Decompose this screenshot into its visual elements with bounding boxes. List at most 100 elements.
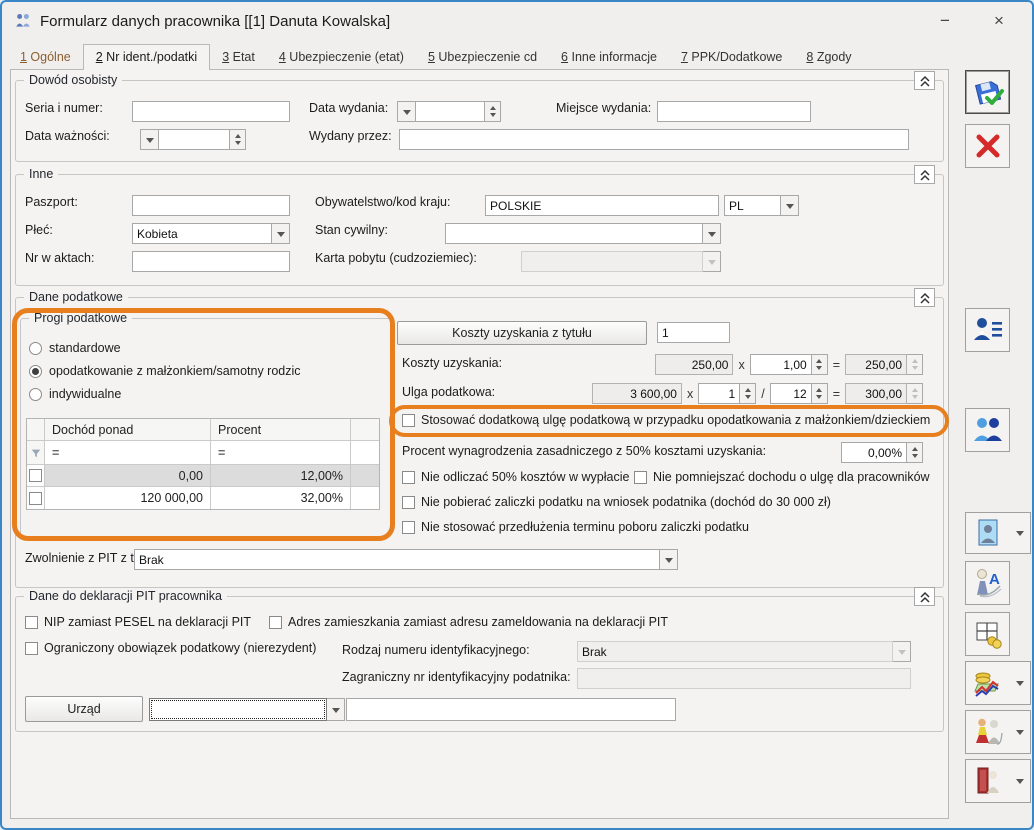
checkbox-adres-zamieszkania[interactable]: Adres zamieszkania zamiast adresu zameld…	[269, 615, 668, 629]
checkbox-icon[interactable]	[25, 642, 38, 655]
minimize-button[interactable]: −	[930, 8, 960, 34]
checkbox-icon[interactable]	[25, 616, 38, 629]
checkbox-nie-stosowac-przedluzenia[interactable]: Nie stosować przedłużenia terminu poboru…	[402, 520, 749, 534]
coins-chart-icon	[972, 667, 1004, 699]
tab-zgody[interactable]: 8 Zgody	[794, 45, 863, 70]
save-button[interactable]	[965, 70, 1010, 114]
salary-history-dropdown-arrow[interactable]	[1009, 661, 1031, 705]
data-waznosci-input[interactable]	[158, 129, 230, 150]
family-members-button[interactable]	[965, 710, 1010, 754]
stan-cywilny-dropdown-arrow[interactable]	[703, 223, 721, 244]
checkbox-nip-zamiast-pesel[interactable]: NIP zamiast PESEL na deklaracji PIT	[25, 615, 251, 629]
zwolnienie-pit-dropdown-arrow[interactable]	[660, 549, 678, 570]
checkbox-icon[interactable]	[634, 471, 647, 484]
radio-icon[interactable]	[29, 342, 42, 355]
table-row[interactable]: 120 000,00 32,00%	[27, 487, 379, 509]
row-checkbox[interactable]	[29, 492, 42, 505]
filter-dochod[interactable]: =	[45, 441, 211, 464]
employee-card-button[interactable]	[965, 308, 1010, 352]
koszty-tytul-input[interactable]: 1	[657, 322, 730, 343]
tab-inne-informacje[interactable]: 6 Inne informacje	[549, 45, 669, 70]
cancel-button[interactable]	[965, 124, 1010, 168]
family-members-dropdown-arrow[interactable]	[1009, 710, 1031, 754]
obywatelstwo-input[interactable]: POLSKIE	[485, 195, 719, 216]
checkbox-icon[interactable]	[269, 616, 282, 629]
rodzaj-numeru-dropdown-arrow	[893, 641, 911, 662]
kod-kraju-dropdown-arrow[interactable]	[781, 195, 799, 216]
tab-ubezpieczenie-cd[interactable]: 5 Ubezpieczenie cd	[416, 45, 549, 70]
col-procent[interactable]: Procent	[211, 419, 351, 440]
collapse-section-button[interactable]	[914, 587, 935, 606]
tab-etat[interactable]: 3 Etat	[210, 45, 267, 70]
personnel-record-button[interactable]: A	[965, 561, 1010, 605]
urzad-select[interactable]	[149, 698, 327, 721]
tab-ppk-dodatkowe[interactable]: 7 PPK/Dodatkowe	[669, 45, 794, 70]
close-button[interactable]: ×	[984, 8, 1014, 34]
ulga-dzielnik-input[interactable]: 12	[770, 383, 812, 404]
koszty-mnoznik-input[interactable]: 1,00	[750, 354, 812, 375]
tab-ubezpieczenie-etat[interactable]: 4 Ubezpieczenie (etat)	[267, 45, 416, 70]
table-row[interactable]: 0,00 12,00%	[27, 465, 379, 487]
paszport-input[interactable]	[132, 195, 290, 216]
radio-opodatkowanie-z-malzonkiem[interactable]: opodatkowanie z małżonkiem/samotny rodzi…	[29, 364, 301, 378]
radio-standardowe[interactable]: standardowe	[29, 341, 121, 355]
data-wydania-calendar-arrow[interactable]	[397, 101, 415, 122]
collapse-section-button[interactable]	[914, 71, 935, 90]
groupbox-inne: Inne Paszport: Obywatelstwo/kod kraju: P…	[15, 174, 944, 286]
urzad-dropdown-arrow[interactable]	[327, 698, 345, 721]
photo-dropdown-arrow[interactable]	[1009, 512, 1031, 554]
urzad-nazwa-input[interactable]	[346, 698, 676, 721]
data-wydania-spinner[interactable]	[485, 101, 501, 122]
plec-dropdown-arrow[interactable]	[272, 223, 290, 244]
checkbox-ograniczony-obowiazek[interactable]: Ograniczony obowiązek podatkowy (nierezy…	[25, 641, 316, 655]
nr-w-aktach-input[interactable]	[132, 251, 290, 272]
ulga-mnoznik-input[interactable]: 1	[698, 383, 740, 404]
data-waznosci-spinner[interactable]	[230, 129, 246, 150]
ulga-dzielnik-spinner[interactable]	[812, 383, 828, 404]
salary-history-button[interactable]	[965, 661, 1010, 705]
progi-table: Dochód ponad Procent = = 0,00 12,00%	[26, 418, 380, 510]
collapse-section-button[interactable]	[914, 288, 935, 307]
payments-grid-button[interactable]	[965, 612, 1010, 656]
checkbox-icon[interactable]	[402, 496, 415, 509]
miejsce-wydania-input[interactable]	[657, 101, 811, 122]
tab-ogolne[interactable]: 1 Ogólne	[8, 45, 83, 70]
procent-wynagrodzenia-input[interactable]: 0,00%	[841, 442, 907, 463]
filter-procent[interactable]: =	[211, 441, 351, 464]
col-dochod-ponad[interactable]: Dochód ponad	[45, 419, 211, 440]
titlebar: Formularz danych pracownika [[1] Danuta …	[2, 2, 1032, 40]
zwolnienie-pit-select[interactable]: Brak	[134, 549, 660, 570]
absence-dropdown-arrow[interactable]	[1009, 759, 1031, 803]
checkbox-icon[interactable]	[402, 471, 415, 484]
seria-numer-input[interactable]	[132, 101, 290, 122]
ulga-mnoznik-spinner[interactable]	[740, 383, 756, 404]
absence-button[interactable]	[965, 759, 1010, 803]
employees-list-button[interactable]	[965, 408, 1010, 452]
tab-nr-ident-podatki[interactable]: 2 Nr ident./podatki	[83, 44, 210, 70]
procent-wynagrodzenia-spinner[interactable]	[907, 442, 923, 463]
kod-kraju-input[interactable]: PL	[724, 195, 781, 216]
checkbox-nie-pomniejszac[interactable]: Nie pomniejszać dochodu o ulgę dla praco…	[634, 470, 930, 484]
paszport-label: Paszport:	[25, 195, 78, 209]
stan-cywilny-label: Stan cywilny:	[315, 223, 388, 237]
plec-select[interactable]: Kobieta	[132, 223, 272, 244]
stan-cywilny-select[interactable]	[445, 223, 703, 244]
collapse-section-button[interactable]	[914, 165, 935, 184]
checkbox-nie-pobierac[interactable]: Nie pobierać zaliczki podatku na wniosek…	[402, 495, 831, 509]
checkbox-icon[interactable]	[402, 414, 415, 427]
data-wydania-input[interactable]	[415, 101, 485, 122]
checkbox-stosowac-dodatkowa-ulge[interactable]: Stosować dodatkową ulgę podatkową w przy…	[402, 413, 930, 427]
row-checkbox[interactable]	[29, 469, 42, 482]
wydany-przez-input[interactable]	[399, 129, 909, 150]
koszty-mnoznik-spinner[interactable]	[812, 354, 828, 375]
checkbox-nie-odliczac[interactable]: Nie odliczać 50% kosztów w wypłacie	[402, 470, 629, 484]
filter-funnel-icon[interactable]	[27, 441, 45, 464]
photo-button[interactable]	[965, 512, 1010, 554]
urzad-button[interactable]: Urząd	[25, 696, 143, 722]
koszty-uzyskania-z-tytulu-button[interactable]: Koszty uzyskania z tytułu	[397, 321, 647, 345]
radio-indywidualne[interactable]: indywidualne	[29, 387, 121, 401]
data-waznosci-calendar-arrow[interactable]	[140, 129, 158, 150]
checkbox-icon[interactable]	[402, 521, 415, 534]
radio-icon[interactable]	[29, 388, 42, 401]
radio-icon-selected[interactable]	[29, 365, 42, 378]
